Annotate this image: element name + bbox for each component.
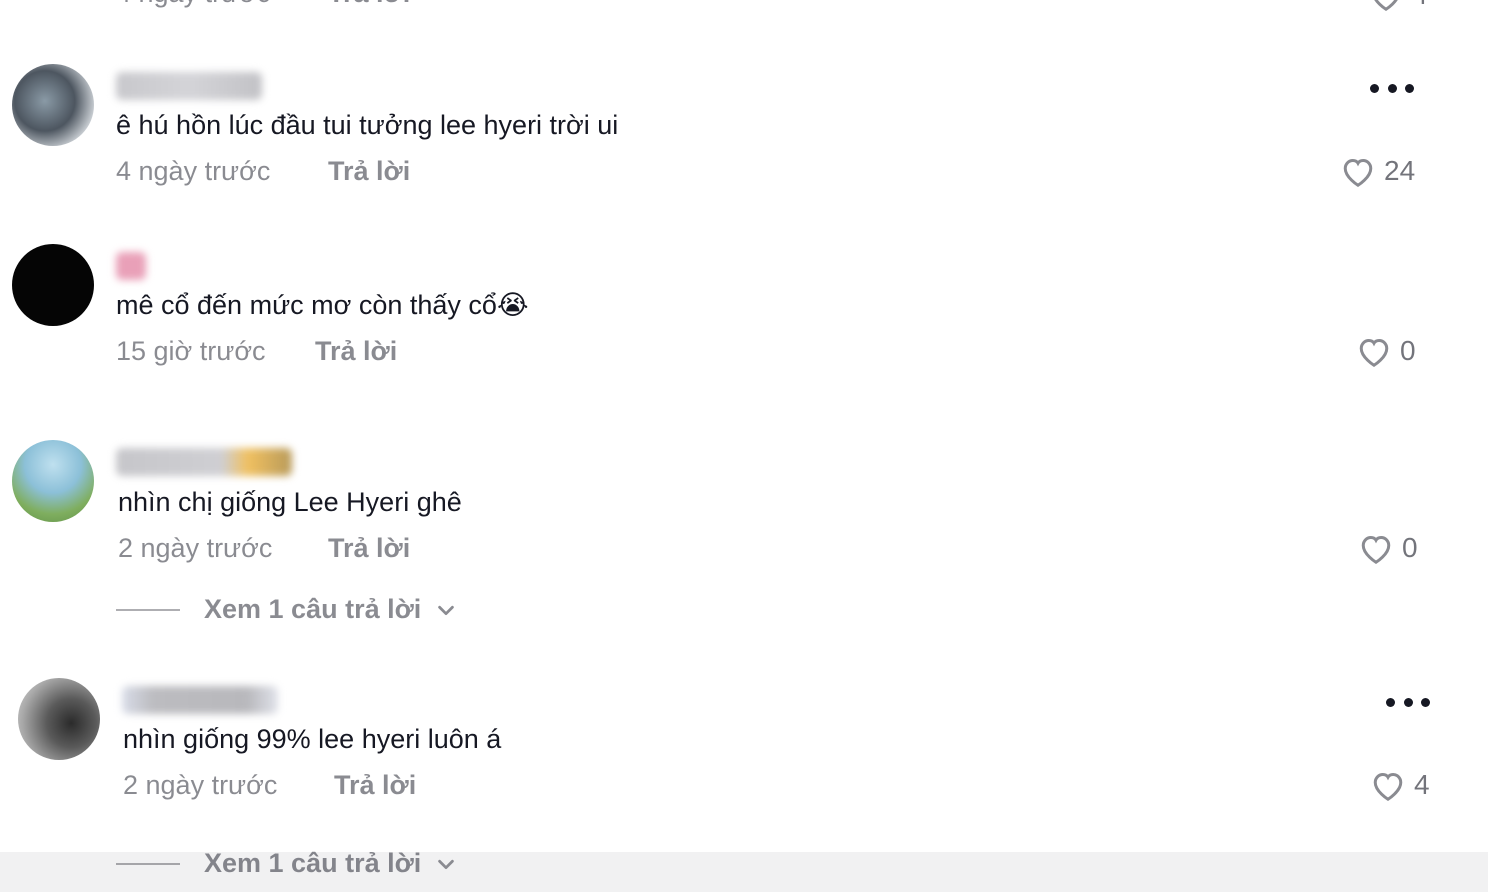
comment-username[interactable] <box>122 686 278 714</box>
partial-comment-time: 4 ngày trước <box>116 0 270 9</box>
avatar[interactable] <box>12 440 94 522</box>
like-count: 4 <box>1414 769 1430 800</box>
like-button[interactable]: 24 <box>1340 154 1415 188</box>
chevron-down-icon <box>438 859 455 869</box>
reply-button[interactable]: Trả lời <box>328 156 410 187</box>
comment-text: ê hú hồn lúc đầu tui tưởng lee hyeri trờ… <box>116 110 619 140</box>
comment-text: mê cổ đến mức mơ còn thấy cổ😭 <box>116 290 529 321</box>
more-options-button[interactable] <box>1370 78 1414 98</box>
avatar[interactable] <box>12 244 94 326</box>
heart-outline-icon <box>1373 772 1403 802</box>
comment-username[interactable] <box>116 72 262 100</box>
like-button[interactable]: 4 <box>1370 768 1430 802</box>
comment-text: nhìn giống 99% lee hyeri luôn á <box>123 724 502 754</box>
crying-face-icon: 😭 <box>496 290 529 320</box>
like-count: 24 <box>1384 155 1416 186</box>
view-replies-button[interactable]: Xem 1 câu trả lời <box>116 848 457 879</box>
comment-username[interactable] <box>116 448 292 476</box>
view-replies-button[interactable]: Xem 1 câu trả lời <box>116 594 457 625</box>
view-replies-label: Xem 1 câu trả lời <box>204 594 422 624</box>
divider-line <box>116 862 180 865</box>
view-replies-label: Xem 1 câu trả lời <box>204 848 422 878</box>
comment-time: 2 ngày trước <box>118 533 273 563</box>
chevron-down-icon <box>438 605 455 615</box>
like-button[interactable]: 0 <box>1358 531 1418 565</box>
partial-comment-like-count: 4 <box>1412 0 1428 11</box>
like-count: 0 <box>1402 532 1418 563</box>
like-count: 0 <box>1400 335 1416 366</box>
heart-outline-icon <box>1343 158 1373 188</box>
comment-text: nhìn chị giống Lee Hyeri ghê <box>118 487 462 517</box>
like-button[interactable]: 0 <box>1356 334 1416 368</box>
more-options-button[interactable] <box>1386 692 1430 712</box>
heart-outline-icon <box>1374 0 1398 12</box>
reply-button[interactable]: Trả lời <box>315 336 397 367</box>
comment-time: 15 giờ trước <box>116 336 266 366</box>
comment-text-body: mê cổ đến mức mơ còn thấy cổ <box>116 290 497 320</box>
avatar[interactable] <box>12 64 94 146</box>
partial-comment-like-button[interactable]: 4 <box>1368 0 1428 12</box>
comment-time: 4 ngày trước <box>116 156 271 186</box>
reply-button[interactable]: Trả lời <box>328 533 410 564</box>
reply-button[interactable]: Trả lời <box>334 770 416 801</box>
avatar[interactable] <box>18 678 100 760</box>
comment-time: 2 ngày trước <box>123 770 278 800</box>
divider-line <box>116 608 180 611</box>
partial-comment-reply-button[interactable]: Trả lời <box>328 0 410 9</box>
comment-username[interactable] <box>116 252 146 280</box>
heart-outline-icon <box>1359 338 1389 368</box>
heart-outline-icon <box>1361 535 1391 565</box>
